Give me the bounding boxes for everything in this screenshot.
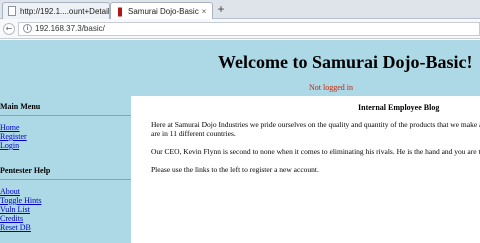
login-status: Not logged in xyxy=(309,83,353,92)
blog-paragraph: Our CEO, Kevin Flynn is second to none w… xyxy=(151,147,480,156)
back-arrow-icon: ← xyxy=(5,24,13,33)
main-content: Internal Employee Blog Here at Samurai D… xyxy=(131,96,480,243)
sidebar-link-login[interactable]: Login xyxy=(0,141,19,150)
sidebar-link-reset-db[interactable]: Reset DB xyxy=(0,223,31,232)
site-header: Welcome to Samurai Dojo-Basic! Not logge… xyxy=(0,40,480,96)
back-button[interactable]: ← xyxy=(3,22,15,35)
close-icon[interactable]: × xyxy=(199,7,209,16)
content-title: Internal Employee Blog xyxy=(358,103,440,112)
divider xyxy=(0,115,131,116)
sidebar-link-about[interactable]: About xyxy=(0,187,20,196)
sidebar: Main Menu Home Register Login Pentester … xyxy=(0,98,131,243)
new-tab-button[interactable]: + xyxy=(214,3,228,17)
page-icon xyxy=(8,6,16,16)
blog-paragraph: are in 11 different countries. xyxy=(151,129,236,138)
sidebar-link-vuln-list[interactable]: Vuln List xyxy=(0,205,30,214)
sidebar-link-credits[interactable]: Credits xyxy=(0,214,23,223)
info-icon: i xyxy=(23,24,32,33)
sidebar-link-toggle-hints[interactable]: Toggle Hints xyxy=(0,196,41,205)
pentester-help-heading: Pentester Help xyxy=(0,166,51,175)
tab-account-details[interactable]: http://192.1....ount+Details xyxy=(2,2,110,19)
tab-label: Samurai Dojo-Basic Ho... xyxy=(128,7,199,16)
page-title: Welcome to Samurai Dojo-Basic! xyxy=(218,52,473,72)
url-text: 192.168.37.3/basic/ xyxy=(35,24,105,33)
address-bar[interactable]: i 192.168.37.3/basic/ xyxy=(18,21,480,36)
web-page: Welcome to Samurai Dojo-Basic! Not logge… xyxy=(0,40,480,243)
main-menu-heading: Main Menu xyxy=(0,102,41,111)
tab-label: http://192.1....ount+Details xyxy=(20,6,109,16)
samurai-favicon-icon xyxy=(118,7,122,16)
tab-strip: http://192.1....ount+Details Samurai Doj… xyxy=(0,0,480,20)
blog-paragraph: Please use the links to the left to regi… xyxy=(151,165,319,174)
divider xyxy=(0,179,131,180)
sidebar-link-home[interactable]: Home xyxy=(0,123,20,132)
tab-samurai-dojo-home[interactable]: Samurai Dojo-Basic Ho... × xyxy=(110,2,213,20)
navigation-bar: ← i 192.168.37.3/basic/ xyxy=(0,19,480,39)
blog-paragraph: Here at Samurai Dojo Industries we pride… xyxy=(151,120,480,129)
sidebar-link-register[interactable]: Register xyxy=(0,132,27,141)
